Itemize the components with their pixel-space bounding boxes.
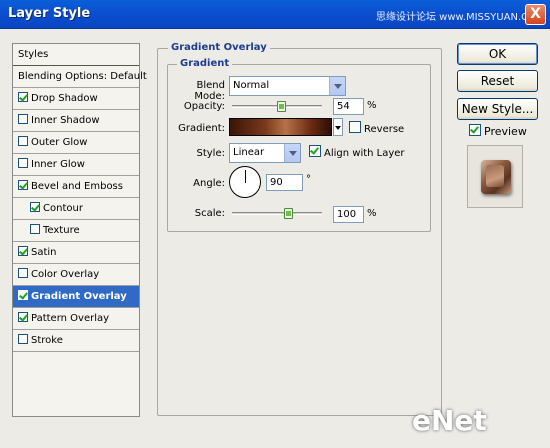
angle-dial[interactable]: [229, 166, 261, 198]
style-item-inner-shadow[interactable]: Inner Shadow: [13, 110, 139, 132]
style-item-contour[interactable]: Contour: [13, 198, 139, 220]
styles-header[interactable]: Styles: [13, 44, 139, 66]
style-item-outer-glow[interactable]: Outer Glow: [13, 132, 139, 154]
style-item-label: Stroke: [31, 335, 63, 346]
style-item-label: Bevel and Emboss: [31, 181, 123, 192]
preview-checkbox-row[interactable]: Preview: [469, 124, 527, 138]
group-title: Gradient Overlay: [168, 42, 270, 53]
scale-unit: %: [367, 208, 377, 219]
style-item-satin[interactable]: Satin: [13, 242, 139, 264]
style-item-color-overlay[interactable]: Color Overlay: [13, 264, 139, 286]
scale-slider-thumb[interactable]: [284, 208, 293, 219]
style-item-label: Drop Shadow: [31, 93, 98, 104]
outer-glow-checkbox[interactable]: [18, 136, 28, 146]
subgroup-title: Gradient: [177, 58, 233, 69]
scale-input[interactable]: 100: [333, 206, 364, 223]
style-item-label: Contour: [43, 203, 83, 214]
reverse-label: Reverse: [364, 124, 405, 135]
style-item-drop-shadow[interactable]: Drop Shadow: [13, 88, 139, 110]
style-label: Style:: [196, 148, 226, 159]
title-bar: Layer Style 思缘设计论坛 www.MISSYUAN.COM X: [0, 0, 550, 29]
style-item-stroke[interactable]: Stroke: [13, 330, 139, 352]
gradient-overlay-checkbox[interactable]: [18, 290, 28, 300]
style-item-texture[interactable]: Texture: [13, 220, 139, 242]
color-overlay-checkbox[interactable]: [18, 268, 28, 278]
close-button[interactable]: X: [525, 4, 546, 25]
texture-checkbox[interactable]: [30, 224, 40, 234]
preview-checkbox[interactable]: [469, 124, 481, 136]
bevel-emboss-checkbox[interactable]: [18, 180, 28, 190]
preview-thumbnail: [481, 160, 511, 194]
ok-button[interactable]: OK: [457, 43, 538, 65]
opacity-unit: %: [367, 100, 377, 111]
contour-checkbox[interactable]: [30, 202, 40, 212]
drop-shadow-checkbox[interactable]: [18, 92, 28, 102]
gradient-dropdown-arrow[interactable]: [333, 118, 343, 136]
blend-mode-select[interactable]: Normal: [229, 76, 346, 96]
window-title: Layer Style: [8, 6, 91, 21]
style-item-bevel-emboss[interactable]: Bevel and Emboss: [13, 176, 139, 198]
style-item-label: Gradient Overlay: [31, 291, 127, 302]
style-item-inner-glow[interactable]: Inner Glow: [13, 154, 139, 176]
align-with-layer-checkbox[interactable]: [309, 145, 321, 157]
gradient-picker[interactable]: [229, 118, 332, 136]
reverse-checkbox-row[interactable]: Reverse: [349, 121, 404, 135]
style-item-label: Satin: [31, 247, 57, 258]
opacity-slider-thumb[interactable]: [276, 101, 286, 112]
styles-list: Styles Blending Options: Default Drop Sh…: [12, 43, 147, 417]
align-with-layer-row[interactable]: Align with Layer: [309, 145, 405, 159]
preview-label: Preview: [484, 125, 527, 138]
inner-shadow-checkbox[interactable]: [18, 114, 28, 124]
opacity-label: Opacity:: [183, 101, 225, 112]
chevron-down-icon: [284, 144, 300, 162]
reverse-checkbox[interactable]: [349, 121, 361, 133]
watermark-text: 思缘设计论坛 www.MISSYUAN.COM: [376, 12, 545, 23]
blend-mode-label: Blend Mode:: [194, 80, 225, 102]
inner-glow-checkbox[interactable]: [18, 158, 28, 168]
align-with-layer-label: Align with Layer: [324, 148, 405, 159]
scale-label: Scale:: [194, 208, 225, 219]
style-item-label: Inner Shadow: [31, 115, 100, 126]
opacity-input[interactable]: 54: [333, 98, 364, 115]
style-item-label: Pattern Overlay: [31, 313, 110, 324]
style-preview: [467, 145, 523, 208]
style-value: Linear: [233, 147, 265, 158]
gradient-label: Gradient:: [178, 123, 225, 134]
scale-slider[interactable]: [232, 212, 322, 215]
style-item-label: Inner Glow: [31, 159, 85, 170]
style-item-pattern-overlay[interactable]: Pattern Overlay: [13, 308, 139, 330]
chevron-down-icon: [329, 77, 345, 95]
style-select[interactable]: Linear: [229, 143, 301, 163]
new-style-button[interactable]: New Style...: [457, 98, 538, 120]
blend-mode-value: Normal: [233, 80, 270, 91]
angle-unit: °: [306, 174, 311, 185]
angle-label: Angle:: [193, 178, 225, 189]
stroke-checkbox[interactable]: [18, 334, 28, 344]
blending-options-item[interactable]: Blending Options: Default: [13, 66, 147, 88]
reset-button[interactable]: Reset: [457, 70, 538, 92]
style-item-label: Outer Glow: [31, 137, 88, 148]
pattern-overlay-checkbox[interactable]: [18, 312, 28, 322]
style-item-label: Texture: [43, 225, 80, 236]
style-item-label: Color Overlay: [31, 269, 100, 280]
style-item-gradient-overlay[interactable]: Gradient Overlay: [13, 286, 139, 308]
angle-input[interactable]: 90: [266, 174, 303, 191]
watermark-logo: eNet: [412, 404, 487, 437]
satin-checkbox[interactable]: [18, 246, 28, 256]
